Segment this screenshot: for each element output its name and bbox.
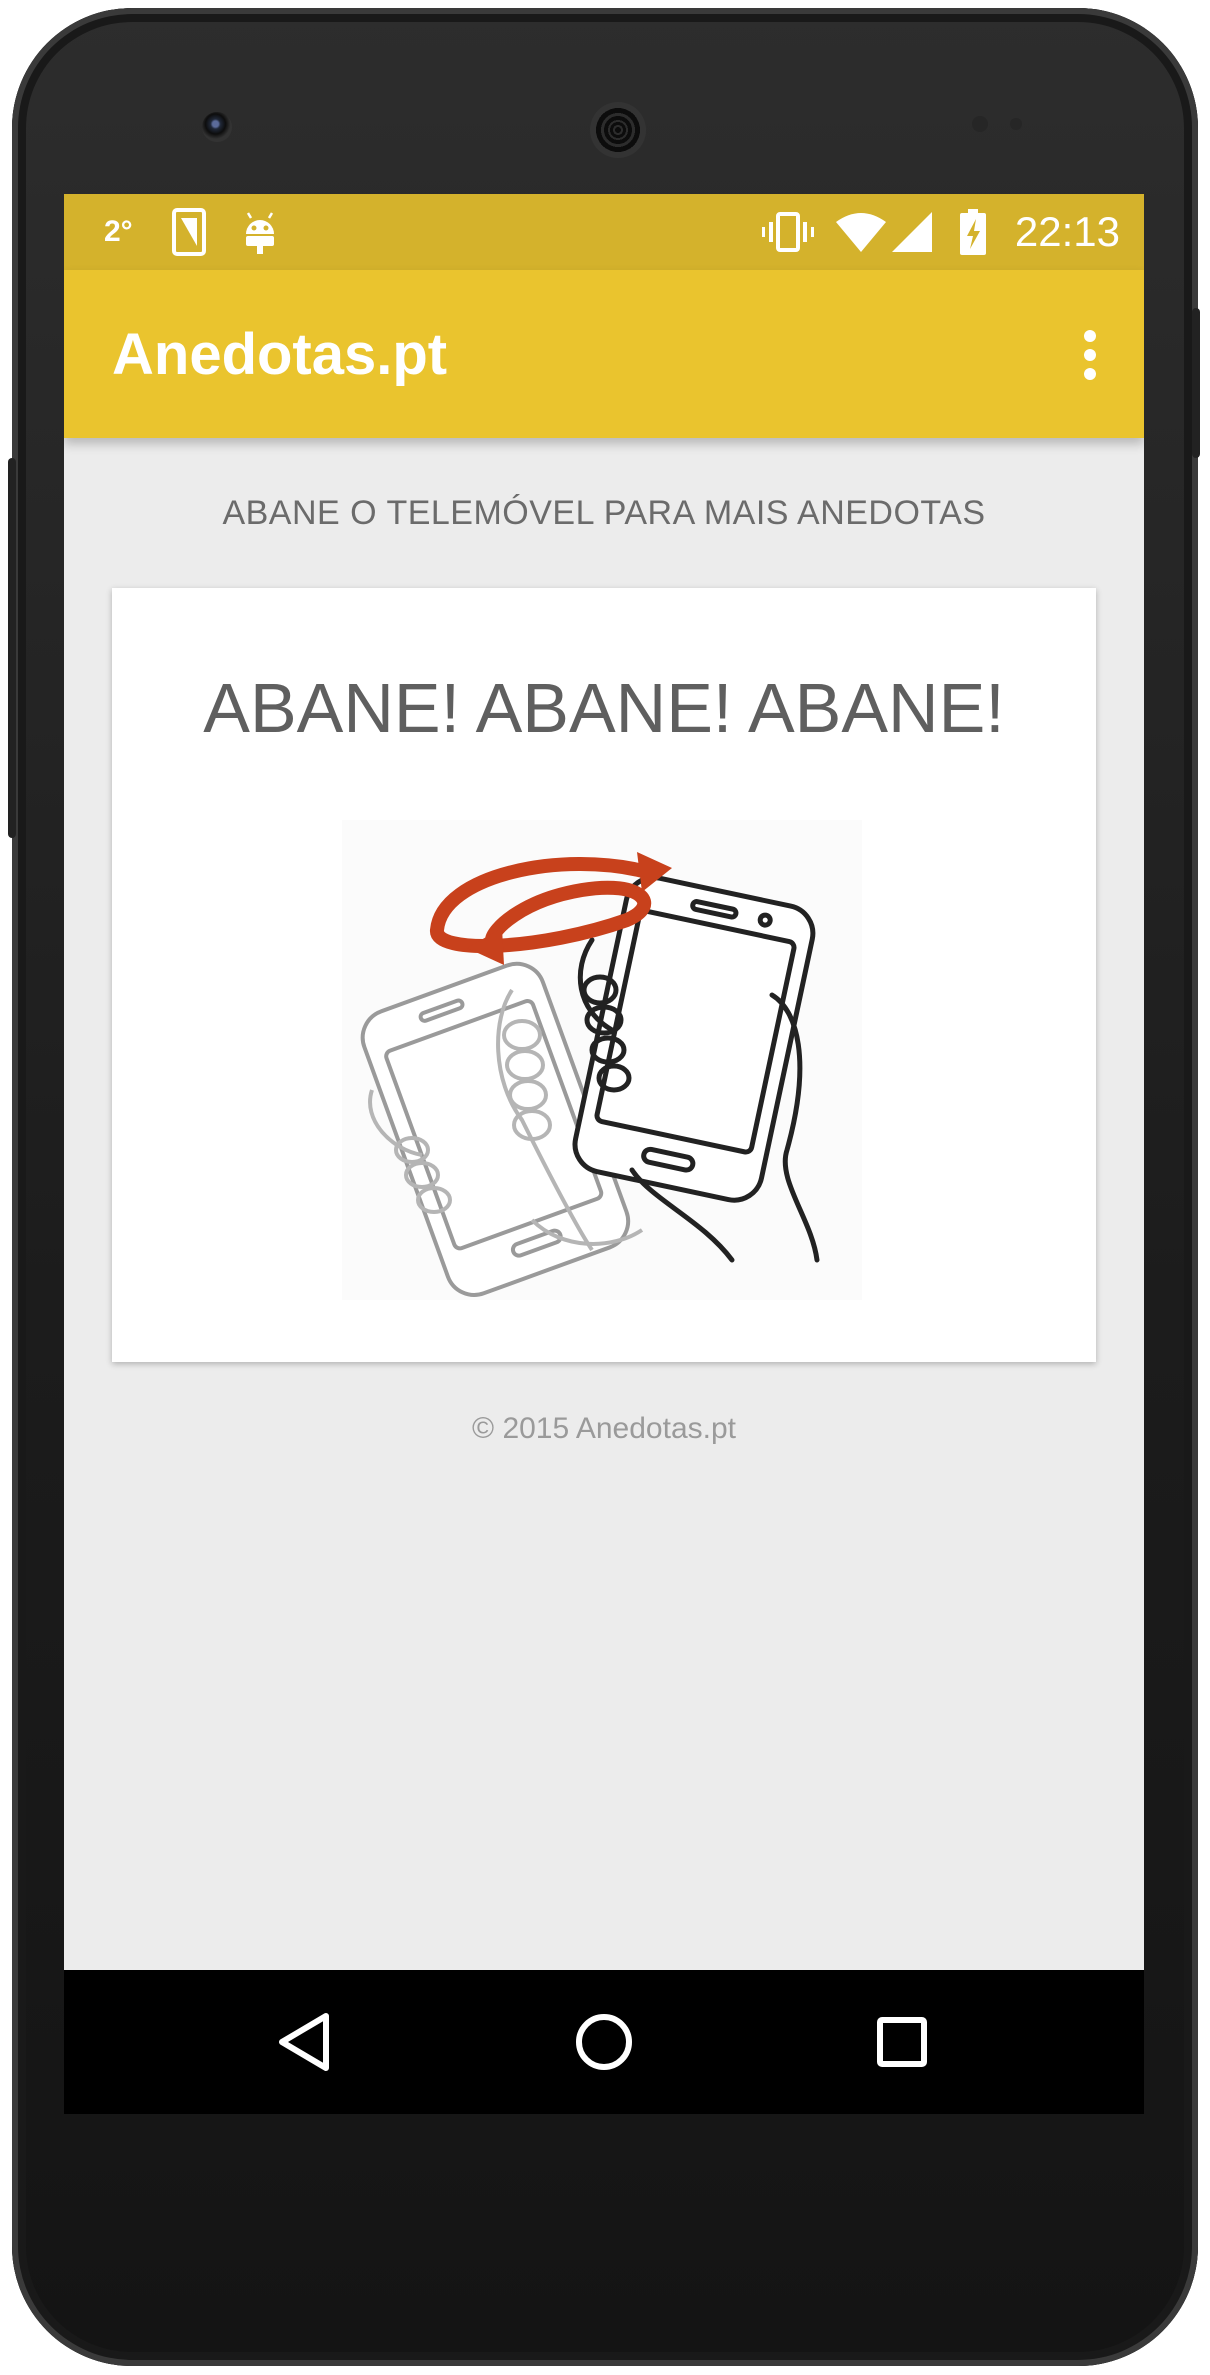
joke-card: ABANE! ABANE! ABANE!	[112, 588, 1096, 1362]
signal-icon	[890, 194, 934, 270]
recents-icon[interactable]	[860, 2000, 944, 2084]
battery-charging-icon	[958, 194, 988, 270]
temperature-label: 2°	[104, 215, 133, 248]
earpiece-speaker	[590, 102, 646, 158]
wifi-icon	[834, 194, 888, 270]
app-bar: Anedotas.pt	[64, 270, 1144, 438]
proximity-sensor	[972, 116, 988, 132]
clock: 22:13	[1014, 208, 1120, 255]
power-button	[1192, 308, 1200, 458]
card-title: ABANE! ABANE! ABANE!	[203, 669, 1005, 747]
light-sensor	[1010, 118, 1022, 130]
android-notification-icon	[242, 194, 278, 270]
home-icon[interactable]	[562, 2000, 646, 2084]
screenshot-notification-icon	[172, 194, 206, 270]
app-title: Anedotas.pt	[112, 321, 448, 387]
back-icon[interactable]	[264, 2000, 348, 2084]
vibrate-icon	[760, 194, 816, 270]
shake-phone-illustration	[342, 820, 862, 1300]
volume-button	[8, 458, 16, 838]
more-vert-icon[interactable]	[1080, 330, 1100, 380]
navigation-bar	[64, 1970, 1144, 2114]
screen: 2° 22:13 Anedotas.pt ABANE O TELEMÓVEL P…	[64, 194, 1144, 2114]
shake-hint: ABANE O TELEMÓVEL PARA MAIS ANEDOTAS	[222, 494, 986, 532]
status-bar: 2° 22:13	[64, 194, 1144, 270]
front-camera	[202, 112, 232, 142]
copyright-footer: © 2015 Anedotas.pt	[472, 1412, 736, 1445]
